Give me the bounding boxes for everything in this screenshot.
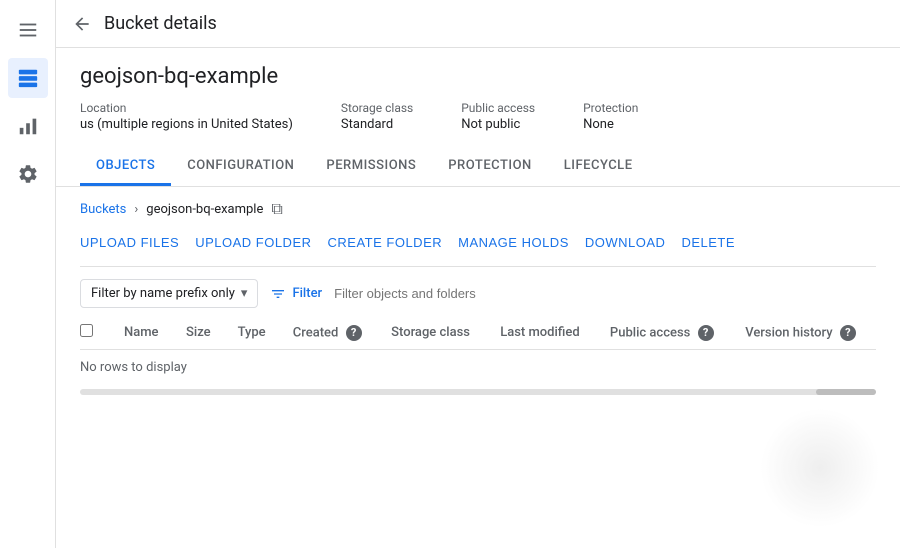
- protection-label: Protection: [583, 101, 638, 115]
- th-checkbox: [80, 316, 112, 350]
- location-label: Location: [80, 101, 293, 115]
- th-public-access: Public access ?: [598, 316, 733, 350]
- location-value: us (multiple regions in United States): [80, 117, 293, 132]
- storage-class-label: Storage class: [341, 101, 413, 115]
- topbar: Bucket details: [56, 0, 900, 48]
- filter-prefix-dropdown[interactable]: Filter by name prefix only ▾: [80, 279, 258, 308]
- create-folder-button[interactable]: CREATE FOLDER: [328, 231, 443, 254]
- no-rows-row: No rows to display: [80, 350, 876, 386]
- th-version-history: Version history ?: [733, 316, 876, 350]
- breadcrumb: Buckets › geojson-bq-example ⧉: [80, 199, 876, 219]
- delete-button[interactable]: DELETE: [681, 231, 735, 254]
- version-history-help-icon[interactable]: ?: [840, 325, 856, 341]
- bucket-header: geojson-bq-example Location us (multiple…: [56, 48, 900, 187]
- sidebar-icon-settings[interactable]: [8, 154, 48, 194]
- horizontal-scrollbar[interactable]: [80, 389, 876, 395]
- manage-holds-button[interactable]: MANAGE HOLDS: [458, 231, 569, 254]
- tab-permissions[interactable]: PERMISSIONS: [310, 148, 432, 186]
- bucket-meta: Location us (multiple regions in United …: [80, 101, 876, 132]
- main-content: Bucket details geojson-bq-example Locati…: [56, 0, 900, 548]
- tabs: OBJECTS CONFIGURATION PERMISSIONS PROTEC…: [80, 148, 876, 186]
- bucket-name: geojson-bq-example: [80, 64, 876, 89]
- objects-table: Name Size Type Created ? Storage class L…: [80, 316, 876, 385]
- sidebar: [0, 0, 56, 548]
- th-storage-class: Storage class: [379, 316, 488, 350]
- public-access-value: Not public: [461, 117, 535, 132]
- breadcrumb-root[interactable]: Buckets: [80, 202, 126, 217]
- filter-button[interactable]: Filter: [270, 286, 322, 302]
- protection-value: None: [583, 117, 638, 132]
- tab-configuration[interactable]: CONFIGURATION: [171, 148, 310, 186]
- meta-public-access: Public access Not public: [461, 101, 535, 132]
- th-last-modified: Last modified: [488, 316, 598, 350]
- scroll-thumb: [816, 389, 876, 395]
- tab-lifecycle[interactable]: LIFECYCLE: [548, 148, 649, 186]
- meta-storage-class: Storage class Standard: [341, 101, 413, 132]
- table-body: No rows to display: [80, 350, 876, 386]
- created-help-icon[interactable]: ?: [346, 325, 362, 341]
- back-button[interactable]: [72, 14, 92, 34]
- sidebar-icon-analytics[interactable]: [8, 106, 48, 146]
- filter-prefix-label: Filter by name prefix only: [91, 286, 235, 301]
- action-bar: UPLOAD FILES UPLOAD FOLDER CREATE FOLDER…: [80, 231, 876, 267]
- upload-files-button[interactable]: UPLOAD FILES: [80, 231, 179, 254]
- breadcrumb-current: geojson-bq-example: [146, 202, 263, 217]
- th-size: Size: [174, 316, 226, 350]
- th-name: Name: [112, 316, 174, 350]
- storage-class-value: Standard: [341, 117, 413, 132]
- meta-location: Location us (multiple regions in United …: [80, 101, 293, 132]
- tab-objects[interactable]: OBJECTS: [80, 148, 171, 186]
- sidebar-icon-menu[interactable]: [8, 10, 48, 50]
- chevron-down-icon: ▾: [241, 286, 248, 301]
- public-access-help-icon[interactable]: ?: [698, 325, 714, 341]
- filter-input[interactable]: [334, 286, 876, 301]
- tab-protection[interactable]: PROTECTION: [432, 148, 547, 186]
- objects-content: Buckets › geojson-bq-example ⧉ UPLOAD FI…: [56, 187, 900, 548]
- copy-path-icon[interactable]: ⧉: [271, 199, 282, 219]
- sidebar-icon-storage[interactable]: [8, 58, 48, 98]
- page-title: Bucket details: [104, 13, 217, 34]
- th-type: Type: [226, 316, 281, 350]
- filter-row: Filter by name prefix only ▾ Filter: [80, 279, 876, 308]
- table-header-row: Name Size Type Created ? Storage class L…: [80, 316, 876, 350]
- public-access-label: Public access: [461, 101, 535, 115]
- filter-label: Filter: [292, 286, 322, 301]
- no-rows-message: No rows to display: [80, 350, 187, 385]
- th-created: Created ?: [281, 316, 379, 350]
- breadcrumb-separator: ›: [134, 202, 138, 217]
- upload-folder-button[interactable]: UPLOAD FOLDER: [195, 231, 311, 254]
- meta-protection: Protection None: [583, 101, 638, 132]
- select-all-checkbox[interactable]: [80, 324, 93, 337]
- download-button[interactable]: DOWNLOAD: [585, 231, 666, 254]
